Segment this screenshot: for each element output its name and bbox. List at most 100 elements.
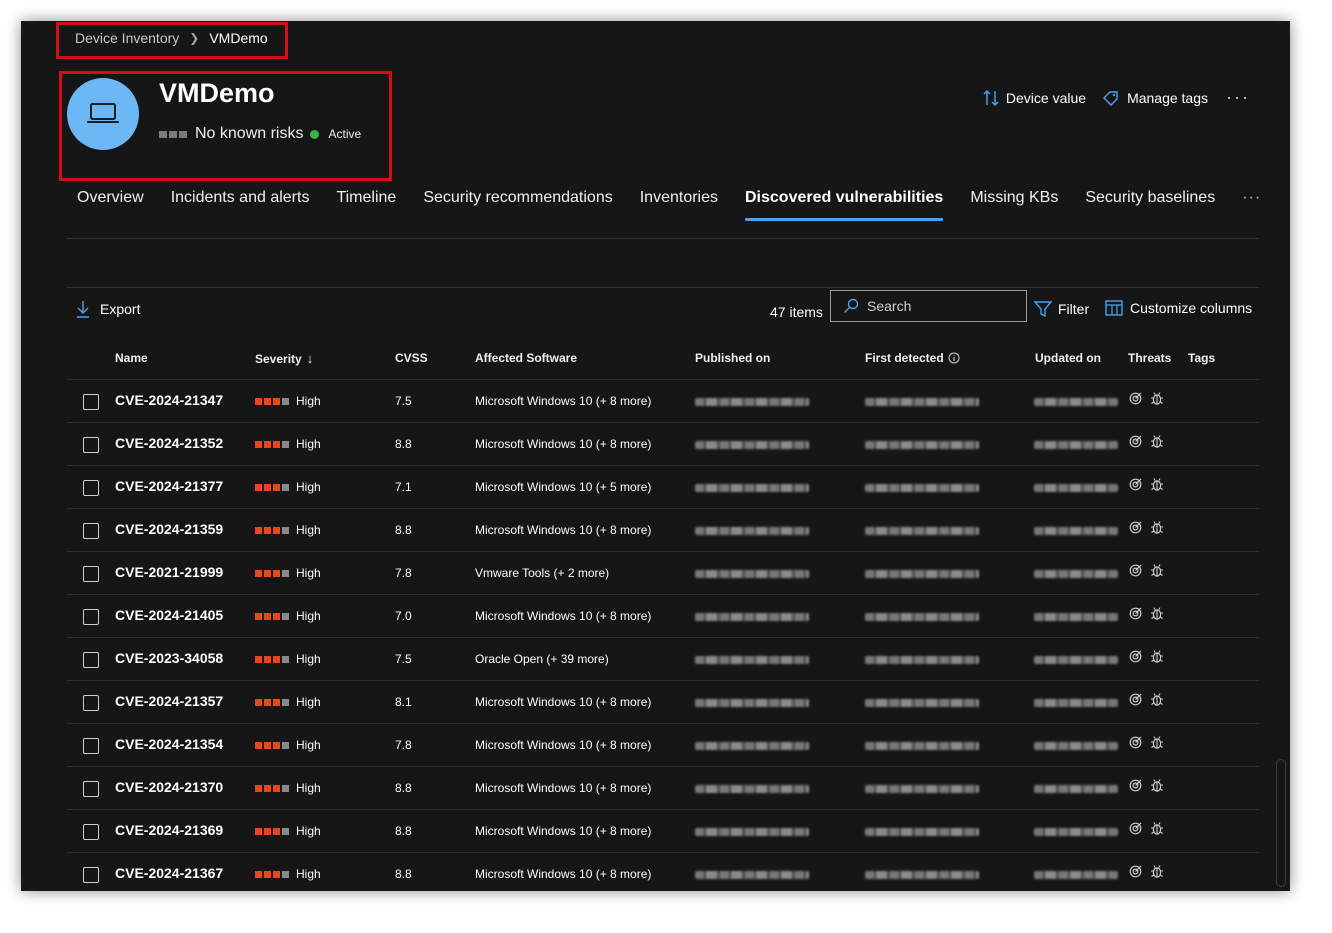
tab-missing-kbs[interactable]: Missing KBs — [970, 189, 1058, 219]
cve-name[interactable]: CVE-2024-21359 — [115, 521, 223, 537]
cve-name[interactable]: CVE-2021-21999 — [115, 564, 223, 580]
row-checkbox[interactable] — [83, 566, 99, 582]
affected-software: Oracle Open (+ 39 more) — [475, 652, 609, 666]
table-row[interactable]: CVE-2024-21347 High 7.5 Microsoft Windows 1… — [67, 380, 1259, 423]
breadcrumb-current: VMDemo — [209, 30, 268, 46]
device-name: VMDemo — [159, 78, 275, 108]
row-checkbox[interactable] — [83, 695, 99, 711]
tab-overview[interactable]: Overview — [77, 189, 144, 219]
column-header-cvss[interactable]: CVSS — [395, 351, 428, 365]
row-checkbox[interactable] — [83, 437, 99, 453]
first-detected-redacted — [865, 398, 979, 406]
updated-on-redacted — [1034, 828, 1118, 836]
table-row[interactable]: CVE-2024-21367 High 8.8 Microsoft Windows 1… — [67, 853, 1259, 891]
row-checkbox[interactable] — [83, 523, 99, 539]
severity-bars — [255, 612, 289, 620]
column-header-affected-software[interactable]: Affected Software — [475, 351, 577, 365]
published-on-redacted — [695, 742, 809, 750]
breadcrumb-device-inventory[interactable]: Device Inventory — [75, 30, 179, 46]
table-row[interactable]: CVE-2024-21352 High 8.8 Microsoft Windows 1… — [67, 423, 1259, 466]
column-header-name[interactable]: Name — [115, 351, 148, 365]
tab-timeline[interactable]: Timeline — [336, 189, 396, 219]
published-on-redacted — [695, 441, 809, 449]
cve-name[interactable]: CVE-2024-21405 — [115, 607, 223, 623]
row-checkbox[interactable] — [83, 781, 99, 797]
severity-bars — [255, 870, 289, 878]
device-avatar — [67, 78, 139, 150]
affected-software: Microsoft Windows 10 (+ 8 more) — [475, 437, 652, 451]
published-on-redacted — [695, 527, 809, 535]
filter-button[interactable]: Filter — [1034, 300, 1089, 318]
published-on-redacted — [695, 785, 809, 793]
table-row[interactable]: CVE-2024-21370 High 8.8 Microsoft Windows 1… — [67, 767, 1259, 810]
tab-security-recommendations[interactable]: Security recommendations — [423, 189, 612, 219]
export-button[interactable]: Export — [76, 300, 140, 318]
tab-incidents-and-alerts[interactable]: Incidents and alerts — [171, 189, 310, 219]
table-body: CVE-2024-21347 High 7.5 Microsoft Windows 1… — [67, 380, 1259, 891]
affected-software: Microsoft Windows 10 (+ 8 more) — [475, 695, 652, 709]
table-row[interactable]: CVE-2023-34058 High 7.5 Oracle Open (+ 39 m… — [67, 638, 1259, 681]
tag-icon — [1103, 90, 1118, 106]
severity-label: High — [296, 695, 321, 709]
cve-name[interactable]: CVE-2024-21377 — [115, 478, 223, 494]
cve-name[interactable]: CVE-2024-21357 — [115, 693, 223, 709]
more-actions-button[interactable]: ··· — [1226, 87, 1250, 108]
cve-name[interactable]: CVE-2024-21354 — [115, 736, 223, 752]
tabs-more-button[interactable]: ··· — [1242, 189, 1261, 219]
column-header-published-on[interactable]: Published on — [695, 351, 770, 365]
cvss-score: 8.8 — [395, 437, 412, 451]
search-input[interactable]: Search — [830, 290, 1027, 322]
affected-software: Microsoft Windows 10 (+ 8 more) — [475, 609, 652, 623]
device-value-button[interactable]: Device value — [983, 89, 1086, 107]
tab-security-baselines[interactable]: Security baselines — [1085, 189, 1215, 219]
cve-name[interactable]: CVE-2024-21367 — [115, 865, 223, 881]
table-row[interactable]: CVE-2021-21999 High 7.8 Vmware Tools (+ 2 m… — [67, 552, 1259, 595]
device-page: Device Inventory ❯ VMDemo VMDemo No know… — [21, 21, 1290, 891]
first-detected-redacted — [865, 742, 979, 750]
download-icon — [77, 301, 89, 318]
row-checkbox[interactable] — [83, 480, 99, 496]
column-header-tags[interactable]: Tags — [1188, 351, 1215, 365]
tab-bar: Overview Incidents and alerts Timeline S… — [77, 189, 1261, 221]
cve-name[interactable]: CVE-2023-34058 — [115, 650, 223, 666]
row-checkbox[interactable] — [83, 824, 99, 840]
row-checkbox[interactable] — [83, 867, 99, 883]
threat-indicators — [1129, 821, 1164, 836]
exploit-target-icon — [1129, 564, 1142, 577]
severity-cell: High — [255, 437, 321, 451]
table-row[interactable]: CVE-2024-21359 High 8.8 Microsoft Windows 1… — [67, 509, 1259, 552]
row-checkbox[interactable] — [83, 652, 99, 668]
table-row[interactable]: CVE-2024-21354 High 7.8 Microsoft Windows 1… — [67, 724, 1259, 767]
column-header-threats[interactable]: Threats — [1128, 351, 1171, 365]
table-row[interactable]: CVE-2024-21377 High 7.1 Microsoft Windows 1… — [67, 466, 1259, 509]
cve-name[interactable]: CVE-2024-21370 — [115, 779, 223, 795]
table-row[interactable]: CVE-2024-21369 High 8.8 Microsoft Windows 1… — [67, 810, 1259, 853]
severity-bars — [255, 741, 289, 749]
customize-columns-button[interactable]: Customize columns — [1105, 300, 1252, 316]
column-header-severity[interactable]: Severity ↓ — [255, 351, 313, 366]
updated-on-redacted — [1034, 527, 1118, 535]
severity-cell: High — [255, 523, 321, 537]
row-checkbox[interactable] — [83, 609, 99, 625]
manage-tags-button[interactable]: Manage tags — [1102, 90, 1208, 106]
tab-inventories[interactable]: Inventories — [640, 189, 718, 219]
affected-software: Microsoft Windows 10 (+ 8 more) — [475, 523, 652, 537]
cvss-score: 7.8 — [395, 566, 412, 580]
row-checkbox[interactable] — [83, 738, 99, 754]
table-header: Name Severity ↓ CVSS Affected Software P… — [67, 336, 1259, 380]
row-checkbox[interactable] — [83, 394, 99, 410]
severity-label: High — [296, 566, 321, 580]
column-header-first-detected[interactable]: First detected — [865, 351, 960, 365]
severity-bars — [255, 827, 289, 835]
scrollbar[interactable] — [1276, 759, 1286, 887]
column-header-updated-on[interactable]: Updated on — [1035, 351, 1101, 365]
table-row[interactable]: CVE-2024-21405 High 7.0 Microsoft Windows 1… — [67, 595, 1259, 638]
columns-icon — [1105, 300, 1123, 316]
cve-name[interactable]: CVE-2024-21352 — [115, 435, 223, 451]
table-row[interactable]: CVE-2024-21357 High 8.1 Microsoft Windows 1… — [67, 681, 1259, 724]
cve-name[interactable]: CVE-2024-21369 — [115, 822, 223, 838]
threat-indicators — [1129, 520, 1164, 535]
cve-name[interactable]: CVE-2024-21347 — [115, 392, 223, 408]
affected-software: Microsoft Windows 10 (+ 8 more) — [475, 738, 652, 752]
tab-discovered-vulnerabilities[interactable]: Discovered vulnerabilities — [745, 189, 944, 221]
